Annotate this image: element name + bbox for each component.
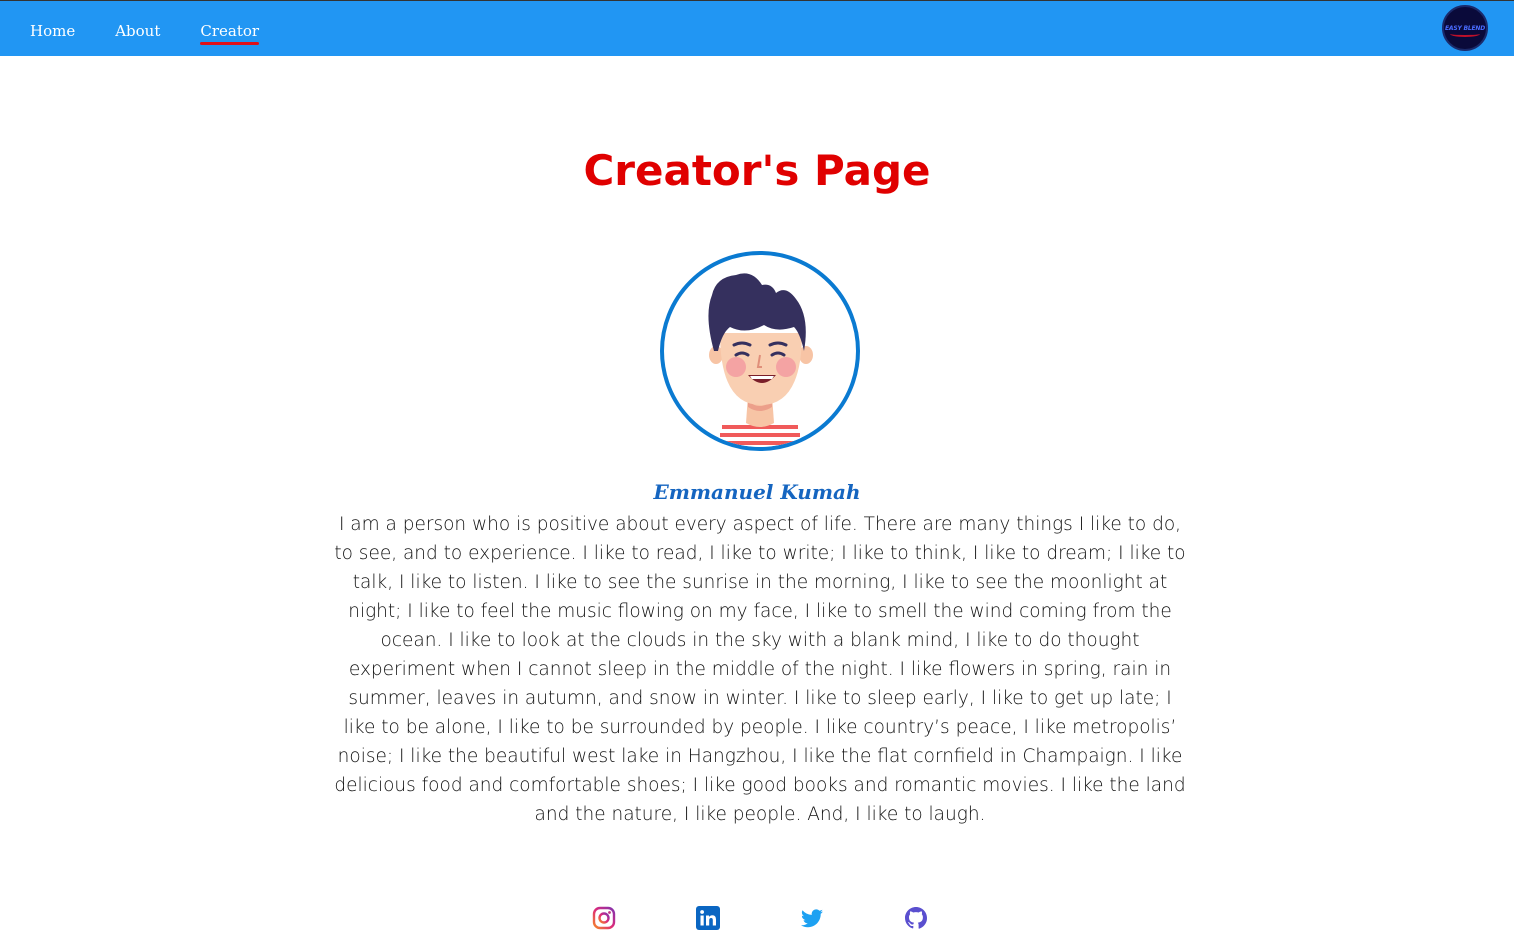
creator-name: Emmanuel Kumah (653, 480, 861, 504)
creator-avatar (660, 251, 860, 451)
instagram-icon[interactable] (592, 906, 616, 930)
nav-links: Home About Creator (30, 21, 299, 45)
logo-swoosh (1450, 31, 1480, 37)
nav-link-home[interactable]: Home (30, 21, 75, 41)
nav-link-about[interactable]: About (115, 21, 160, 41)
twitter-icon[interactable] (800, 906, 824, 930)
avatar-illustration (708, 273, 813, 447)
github-icon[interactable] (904, 906, 928, 930)
linkedin-icon[interactable] (696, 906, 720, 930)
site-logo[interactable]: EASY BLEND (1442, 5, 1488, 51)
top-navbar: Home About Creator EASY BLEND (0, 0, 1514, 56)
creator-bio: I am a person who is positive about ever… (334, 514, 1186, 825)
social-links (0, 906, 1514, 930)
page-title: Creator's Page (583, 146, 931, 195)
nav-link-creator[interactable]: Creator (200, 21, 259, 45)
